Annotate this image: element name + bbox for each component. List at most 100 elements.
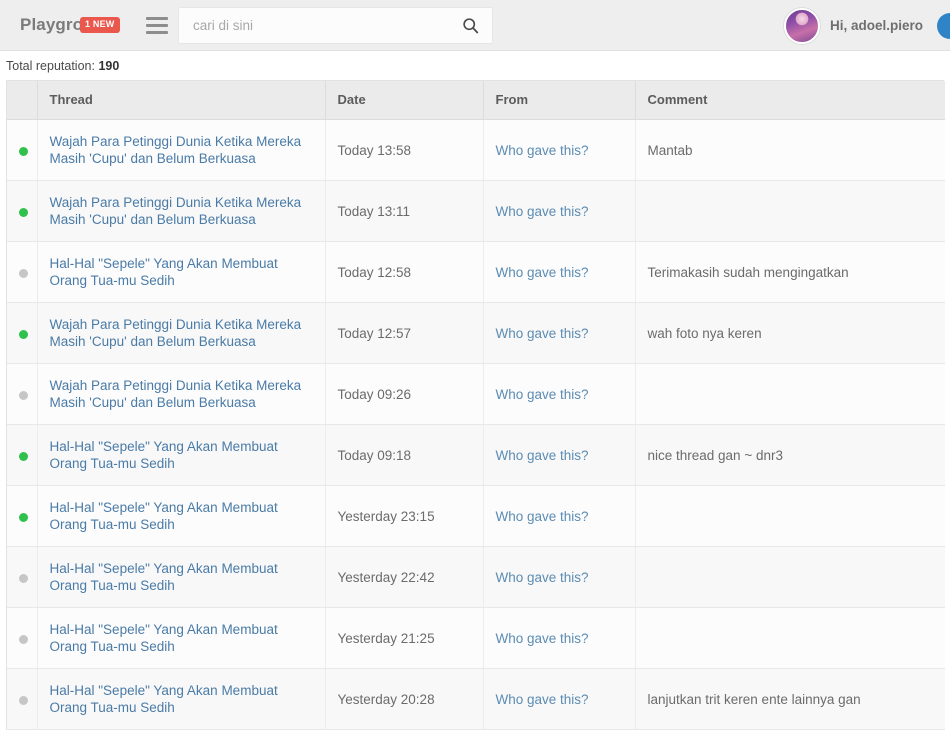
comment-cell (635, 546, 945, 608)
date-cell: Today 13:58 (325, 119, 484, 181)
date-cell: Today 09:18 (325, 424, 484, 486)
who-gave-this-link[interactable]: Who gave this? (496, 326, 589, 341)
table-row[interactable]: Wajah Para Petinggi Dunia Ketika Mereka … (7, 363, 945, 425)
who-gave-this-link[interactable]: Who gave this? (496, 143, 589, 158)
table-row[interactable]: Hal-Hal "Sepele" Yang Akan Membuat Orang… (7, 546, 945, 608)
status-cell (7, 119, 38, 181)
date-cell: Today 12:58 (325, 241, 484, 303)
table-header: Thread Date From Comment (7, 81, 945, 120)
table-row[interactable]: Hal-Hal "Sepele" Yang Akan Membuat Orang… (7, 241, 945, 303)
total-reputation: Total reputation: 190 (0, 51, 950, 80)
status-dot-neutral-icon (19, 573, 28, 583)
search-button[interactable] (454, 8, 486, 43)
date-cell: Today 12:57 (325, 302, 484, 364)
who-gave-this-link[interactable]: Who gave this? (496, 509, 589, 524)
column-header-date[interactable]: Date (325, 81, 484, 120)
from-cell: Who gave this? (483, 668, 636, 730)
status-cell (7, 668, 38, 730)
who-gave-this-link[interactable]: Who gave this? (496, 631, 589, 646)
hamburger-bar-2 (146, 23, 168, 27)
thread-link[interactable]: Wajah Para Petinggi Dunia Ketika Mereka … (50, 377, 313, 411)
search-input[interactable] (179, 7, 492, 43)
comment-cell (635, 607, 945, 669)
thread-cell: Wajah Para Petinggi Dunia Ketika Mereka … (37, 119, 326, 181)
thread-link[interactable]: Hal-Hal "Sepele" Yang Akan Membuat Orang… (50, 682, 313, 716)
comment-cell: Terimakasih sudah mengingatkan (635, 241, 945, 303)
thread-link[interactable]: Hal-Hal "Sepele" Yang Akan Membuat Orang… (50, 438, 313, 472)
status-cell (7, 241, 38, 303)
status-dot-positive-icon (19, 451, 28, 461)
thread-link[interactable]: Hal-Hal "Sepele" Yang Akan Membuat Orang… (50, 560, 313, 594)
avatar[interactable] (783, 7, 820, 44)
from-cell: Who gave this? (483, 363, 636, 425)
from-cell: Who gave this? (483, 424, 636, 486)
thread-link[interactable]: Hal-Hal "Sepele" Yang Akan Membuat Orang… (50, 255, 313, 289)
comment-cell: Mantab (635, 119, 945, 181)
from-cell: Who gave this? (483, 241, 636, 303)
thread-link[interactable]: Wajah Para Petinggi Dunia Ketika Mereka … (50, 316, 313, 350)
status-cell (7, 180, 38, 242)
table-header-row: Thread Date From Comment (7, 81, 945, 120)
comment-cell (635, 180, 945, 242)
who-gave-this-link[interactable]: Who gave this? (496, 204, 589, 219)
who-gave-this-link[interactable]: Who gave this? (496, 387, 589, 402)
column-header-thread[interactable]: Thread (37, 81, 326, 120)
brand[interactable]: Playground 1 NEW (0, 15, 140, 35)
status-dot-positive-icon (19, 512, 28, 522)
column-header-from[interactable]: From (483, 81, 636, 120)
table-row[interactable]: Wajah Para Petinggi Dunia Ketika Mereka … (7, 119, 945, 181)
status-dot-positive-icon (19, 329, 28, 339)
date-cell: Yesterday 22:42 (325, 546, 484, 608)
column-header-comment[interactable]: Comment (635, 81, 945, 120)
search-box[interactable] (178, 6, 493, 44)
table-row[interactable]: Hal-Hal "Sepele" Yang Akan Membuat Orang… (7, 668, 945, 730)
thread-link[interactable]: Hal-Hal "Sepele" Yang Akan Membuat Orang… (50, 621, 313, 655)
top-bar: Playground 1 NEW Hi, adoel.piero (0, 0, 950, 51)
status-dot-positive-icon (19, 207, 28, 217)
who-gave-this-link[interactable]: Who gave this? (496, 265, 589, 280)
comment-cell (635, 485, 945, 547)
from-cell: Who gave this? (483, 180, 636, 242)
thread-link[interactable]: Hal-Hal "Sepele" Yang Akan Membuat Orang… (50, 499, 313, 533)
table-row[interactable]: Wajah Para Petinggi Dunia Ketika Mereka … (7, 180, 945, 242)
date-cell: Yesterday 21:25 (325, 607, 484, 669)
user-greeting: Hi, adoel.piero (829, 18, 923, 33)
blue-circle-icon[interactable] (937, 12, 950, 39)
user-area[interactable]: Hi, adoel.piero (783, 0, 950, 51)
status-dot-neutral-icon (19, 634, 28, 644)
thread-link[interactable]: Wajah Para Petinggi Dunia Ketika Mereka … (50, 133, 313, 167)
thread-cell: Hal-Hal "Sepele" Yang Akan Membuat Orang… (37, 668, 326, 730)
thread-cell: Hal-Hal "Sepele" Yang Akan Membuat Orang… (37, 546, 326, 608)
who-gave-this-link[interactable]: Who gave this? (496, 448, 589, 463)
who-gave-this-link[interactable]: Who gave this? (496, 570, 589, 585)
status-cell (7, 607, 38, 669)
table-row[interactable]: Wajah Para Petinggi Dunia Ketika Mereka … (7, 302, 945, 364)
reputation-table: Thread Date From Comment Wajah Para Peti… (7, 81, 945, 730)
table-body: Wajah Para Petinggi Dunia Ketika Mereka … (7, 119, 945, 730)
status-cell (7, 302, 38, 364)
status-cell (7, 485, 38, 547)
thread-link[interactable]: Wajah Para Petinggi Dunia Ketika Mereka … (50, 194, 313, 228)
table-row[interactable]: Hal-Hal "Sepele" Yang Akan Membuat Orang… (7, 424, 945, 486)
table-row[interactable]: Hal-Hal "Sepele" Yang Akan Membuat Orang… (7, 607, 945, 669)
hamburger-bar-3 (146, 30, 168, 34)
date-cell: Yesterday 20:28 (325, 668, 484, 730)
status-dot-positive-icon (19, 146, 28, 156)
status-cell (7, 546, 38, 608)
search-icon (462, 17, 478, 33)
who-gave-this-link[interactable]: Who gave this? (496, 692, 589, 707)
date-cell: Today 09:26 (325, 363, 484, 425)
total-reputation-value: 190 (98, 59, 120, 73)
table-row[interactable]: Hal-Hal "Sepele" Yang Akan Membuat Orang… (7, 485, 945, 547)
hamburger-bar-1 (146, 16, 168, 20)
from-cell: Who gave this? (483, 607, 636, 669)
thread-cell: Wajah Para Petinggi Dunia Ketika Mereka … (37, 180, 326, 242)
thread-cell: Hal-Hal "Sepele" Yang Akan Membuat Orang… (37, 607, 326, 669)
new-count-badge[interactable]: 1 NEW (80, 17, 120, 33)
from-cell: Who gave this? (483, 119, 636, 181)
hamburger-icon[interactable] (146, 16, 168, 34)
column-header-status (7, 81, 38, 120)
status-cell (7, 363, 38, 425)
reputation-table-wrapper: Thread Date From Comment Wajah Para Peti… (6, 80, 945, 730)
thread-cell: Wajah Para Petinggi Dunia Ketika Mereka … (37, 302, 326, 364)
